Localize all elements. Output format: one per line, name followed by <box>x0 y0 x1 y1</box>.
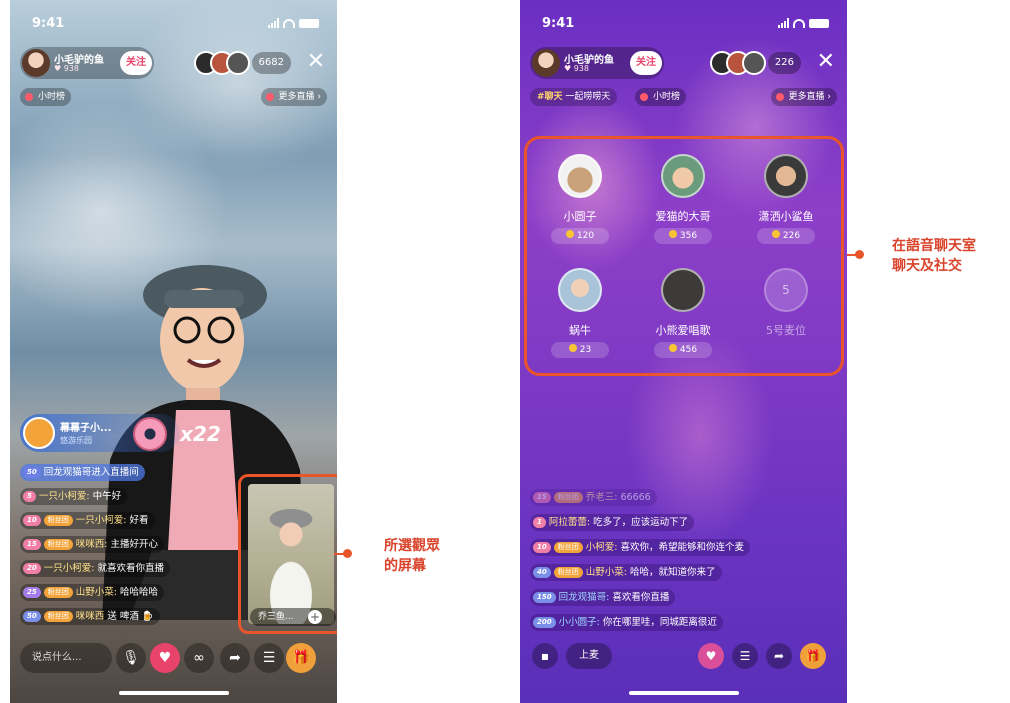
more-live-chip[interactable]: 更多直播 › <box>770 88 837 106</box>
like-icon[interactable]: ♥ <box>150 643 180 673</box>
signal-icon <box>268 18 279 28</box>
hour-rank-chip[interactable]: 小时榜 <box>635 88 687 106</box>
mic-seat[interactable]: 小熊爱唱歌 456 <box>633 268 733 358</box>
room-topic[interactable]: #聊天 一起唠唠天 <box>530 88 618 106</box>
seat-avatar[interactable] <box>764 154 808 198</box>
viewer-avatar[interactable] <box>225 51 250 75</box>
hour-rank-chip[interactable]: 小时榜 <box>20 88 72 106</box>
more-live-chip[interactable]: 更多直播 › <box>260 88 327 106</box>
seat-avatar[interactable] <box>661 268 705 312</box>
coin-icon <box>771 230 780 238</box>
battery-icon <box>809 18 829 28</box>
home-indicator <box>628 691 739 695</box>
status-time: 9:41 <box>32 16 65 31</box>
wifi-icon <box>793 18 805 28</box>
chat-message: 15 粉丝团 咪咪西: 主播好开心 <box>20 536 164 553</box>
chat-message: 150 回龙观猫哥: 喜欢看你直播 <box>530 589 676 606</box>
status-time: 9:41 <box>542 16 575 31</box>
viewer-avatar[interactable] <box>741 51 766 75</box>
wifi-icon <box>283 18 295 28</box>
empty-seat-icon[interactable]: 5 <box>764 268 808 312</box>
share-icon[interactable]: ➦ <box>766 643 792 669</box>
host-fans: 938 <box>63 64 79 73</box>
home-indicator <box>118 691 229 695</box>
host-avatar[interactable] <box>532 49 560 77</box>
follow-button[interactable]: 关注 <box>120 51 152 75</box>
viewer-list[interactable]: 226 <box>709 48 801 78</box>
callout-right: 在語音聊天室 聊天及社交 <box>892 238 976 274</box>
chat-message: 40 粉丝团 山野小菜: 哈哈，就知道你来了 <box>530 564 722 581</box>
chat-message: 5 一只小柯爱: 中午好 <box>20 488 128 505</box>
host-info[interactable]: 小毛驴的鱼 ♥ 938 关注 <box>20 47 154 79</box>
chat-icon[interactable]: ▪ <box>532 643 558 669</box>
mic-seat[interactable]: 小圆子 120 <box>530 154 630 244</box>
host-info[interactable]: 小毛驴的鱼 ♥ 938 关注 <box>530 47 664 79</box>
host-avatar[interactable] <box>22 49 50 77</box>
mic-seat[interactable]: 潇洒小鲨鱼 226 <box>736 154 836 244</box>
viewer-video[interactable] <box>248 484 334 624</box>
signal-icon <box>778 18 789 28</box>
chat-message: 10 粉丝团 小柯爱: 喜欢你，希望能够和你连个麦 <box>530 539 750 556</box>
add-icon[interactable]: + <box>308 610 322 624</box>
chat-message: 25 粉丝团 山野小菜: 哈哈哈哈 <box>20 584 164 601</box>
seat-avatar[interactable] <box>558 268 602 312</box>
host-fans: 938 <box>573 64 589 73</box>
viewer-name: 乔三鱼... <box>250 608 336 626</box>
status-bar: 9:41 <box>32 16 319 34</box>
gifter-name: 幕幕子小... <box>60 423 112 434</box>
gifter-avatar <box>23 417 55 449</box>
join-mic-button[interactable]: 上麦 <box>566 643 612 669</box>
close-icon[interactable]: ✕ <box>307 48 325 76</box>
follow-button[interactable]: 关注 <box>630 51 662 75</box>
seat-avatar[interactable] <box>558 154 602 198</box>
close-icon[interactable]: ✕ <box>817 48 835 76</box>
menu-icon[interactable]: ☰ <box>254 643 284 673</box>
coin-icon <box>668 230 677 238</box>
link-icon[interactable]: ∞ <box>184 643 214 673</box>
comment-input[interactable]: 说点什么... <box>20 643 112 673</box>
gift-icon[interactable]: 🎁 <box>286 643 316 673</box>
seat-avatar[interactable] <box>661 154 705 198</box>
gift-subtitle: 悠游乐园 <box>60 436 92 445</box>
viewer-count[interactable]: 6682 <box>251 52 291 74</box>
status-bar: 9:41 <box>542 16 829 34</box>
share-icon[interactable]: ➦ <box>220 643 250 673</box>
chat-message: 50 回龙观猫哥进入直播间 <box>20 464 145 481</box>
gift-count: x22 <box>180 422 221 446</box>
mic-icon[interactable]: 🎙 <box>116 643 146 673</box>
callout-left: 所選觀眾 的屏幕 <box>384 538 440 574</box>
coin-icon <box>568 344 577 352</box>
mic-seat[interactable]: 蜗牛 23 <box>530 268 630 358</box>
chat-message: 15 粉丝团 乔老三: 66666 <box>530 489 657 506</box>
chat-message: 50 粉丝团 咪咪西 送 啤酒 🍺 <box>20 608 160 625</box>
battery-icon <box>299 18 319 28</box>
gift-icon[interactable]: 🎁 <box>800 643 826 669</box>
live-stream-screen: 9:41 小毛驴的鱼 ♥ 938 关注 6682 ✕ 小时榜 更多直播 › 幕幕… <box>10 0 337 703</box>
coin-icon <box>668 344 677 352</box>
chat-message: 200 小小圆子: 你在哪里哇，同城距离很近 <box>530 614 723 631</box>
voice-chat-room-screen: 9:41 小毛驴的鱼 ♥ 938 关注 226 ✕ #聊天 一起唠唠天 小时榜 … <box>520 0 847 703</box>
coin-icon <box>565 230 574 238</box>
callout-dot <box>855 250 864 259</box>
chat-message: 1 阿拉蕾蕾: 吃多了，应该运动下了 <box>530 514 695 531</box>
donut-gift-icon <box>133 417 167 451</box>
mic-seat[interactable]: 爱猫的大哥 356 <box>633 154 733 244</box>
beer-icon: 🍺 <box>141 611 154 622</box>
bottom-toolbar: 说点什么... 🎙 ♥ ∞ ➦ ☰ 🎁 <box>20 643 329 673</box>
like-icon[interactable]: ♥ <box>698 643 724 669</box>
mic-seat-empty[interactable]: 5 5号麦位 <box>736 268 836 338</box>
callout-dot <box>343 549 352 558</box>
chat-message: 20 一只小柯爱: 就喜欢看你直播 <box>20 560 170 577</box>
viewer-list[interactable]: 6682 <box>193 48 291 78</box>
chat-message: 10 粉丝团 一只小柯爱: 好看 <box>20 512 155 529</box>
viewer-count[interactable]: 226 <box>767 52 801 74</box>
menu-icon[interactable]: ☰ <box>732 643 758 669</box>
